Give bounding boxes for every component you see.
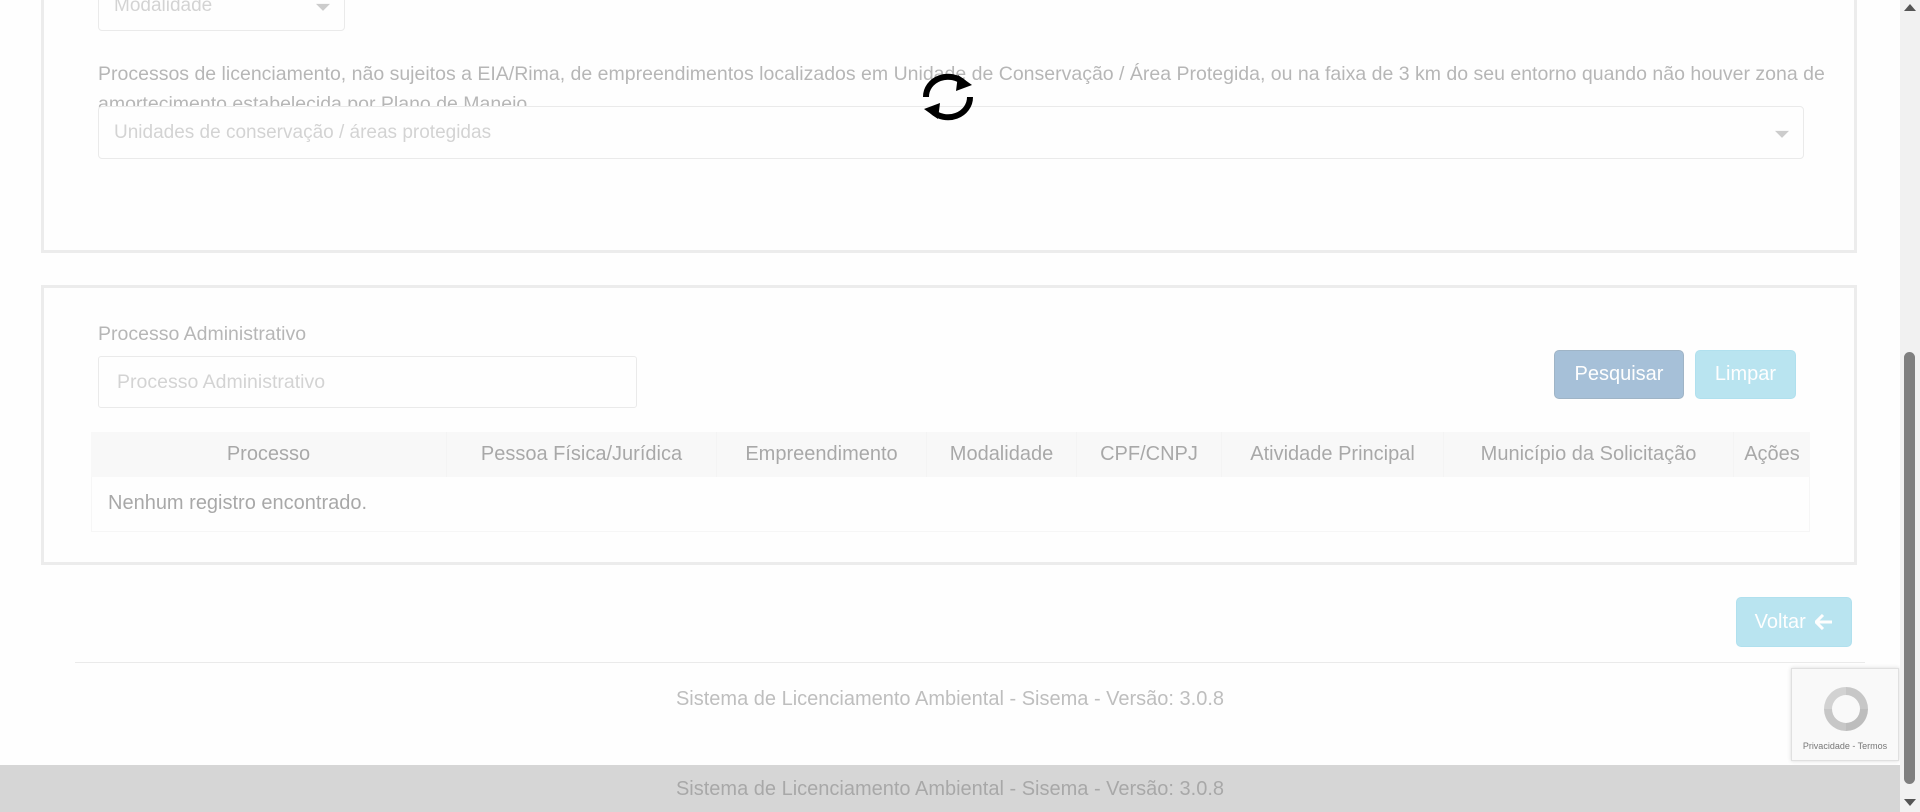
modalidade-select[interactable]: Modalidade <box>98 0 345 31</box>
results-panel: Processo Administrativo Pesquisar Limpar… <box>41 285 1857 565</box>
column-header-acoes: Ações <box>1744 443 1800 465</box>
back-button-label: Voltar <box>1754 611 1806 633</box>
filter-panel: Modalidade Processos de licenciamento, n… <box>41 0 1857 253</box>
processo-administrativo-label: Processo Administrativo <box>98 323 307 345</box>
column-header-processo[interactable]: Processo <box>91 432 447 477</box>
table-body: Nenhum registro encontrado. <box>91 477 1810 532</box>
results-table: Processo Pessoa Física/Jurídica Empreend… <box>91 432 1810 532</box>
clear-button[interactable]: Limpar <box>1695 350 1796 399</box>
loading-spinner-icon <box>922 73 974 121</box>
column-header-modalidade[interactable]: Modalidade <box>927 432 1077 477</box>
search-button[interactable]: Pesquisar <box>1554 350 1684 399</box>
recaptcha-links[interactable]: Privacidade - Termos <box>1792 741 1898 751</box>
column-header-cpf-cnpj[interactable]: CPF/CNPJ <box>1077 432 1222 477</box>
column-header-atividade[interactable]: Atividade Principal <box>1222 432 1444 477</box>
chevron-down-icon <box>1775 130 1789 138</box>
table-header: Processo Pessoa Física/Jurídica Empreend… <box>91 432 1810 477</box>
footer-version: Sistema de Licenciamento Ambiental - Sis… <box>675 688 1225 710</box>
column-header-pessoa[interactable]: Pessoa Física/Jurídica <box>447 432 717 477</box>
footer-divider <box>75 662 1865 663</box>
recaptcha-icon <box>1824 687 1868 731</box>
scrollbar-thumb[interactable] <box>1904 352 1915 784</box>
footer-bar-version: Sistema de Licenciamento Ambiental - Sis… <box>675 778 1225 800</box>
recaptcha-badge[interactable]: Privacidade - Termos <box>1791 668 1899 761</box>
column-header-municipio[interactable]: Município da Solicitação <box>1444 432 1734 477</box>
page: Modalidade Processos de licenciamento, n… <box>0 0 1900 812</box>
unidades-placeholder: Unidades de conservação / áreas protegid… <box>114 121 492 143</box>
back-button[interactable]: Voltar <box>1736 597 1852 647</box>
vertical-scrollbar[interactable] <box>1900 0 1920 812</box>
scroll-down-arrow-icon[interactable] <box>1904 799 1916 806</box>
column-header-empreendimento[interactable]: Empreendimento <box>717 432 927 477</box>
chevron-down-icon <box>316 3 330 11</box>
scroll-up-arrow-icon[interactable] <box>1904 4 1916 11</box>
processo-administrativo-field <box>98 356 637 408</box>
processo-administrativo-input[interactable] <box>99 357 636 407</box>
empty-message: Nenhum registro encontrado. <box>108 492 368 514</box>
arrow-left-icon <box>1814 613 1833 631</box>
modalidade-placeholder: Modalidade <box>114 0 213 16</box>
